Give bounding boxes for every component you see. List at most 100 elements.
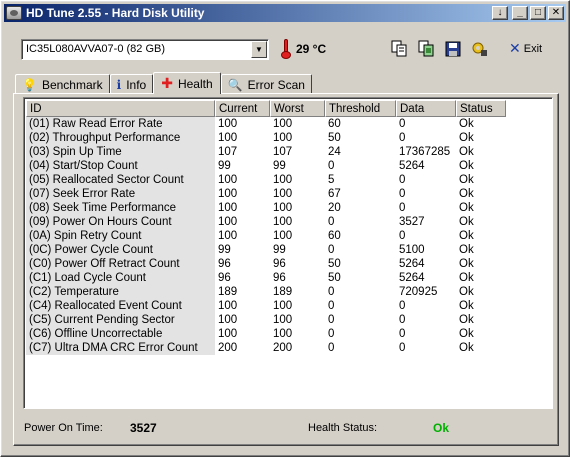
cell-current: 96 — [218, 272, 231, 284]
main-window: HD Tune 2.55 - Hard Disk Utility ↓ _ □ ✕… — [0, 0, 570, 457]
copy-screenshot-button[interactable] — [416, 39, 436, 59]
cell-current: 100 — [218, 174, 238, 186]
save-button[interactable] — [443, 39, 463, 59]
column-header-status[interactable]: Status — [456, 100, 506, 117]
table-row[interactable]: (09) Power On Hours Count 100 100 0 3527 Ok — [26, 215, 506, 229]
cell-threshold: 0 — [328, 160, 335, 172]
cell-threshold: 0 — [328, 300, 335, 312]
tab-info-label: Info — [126, 77, 147, 92]
copy-info-icon — [391, 40, 407, 57]
temperature-value: 29 °C — [296, 42, 327, 56]
cell-id: (C7) Ultra DMA CRC Error Count — [26, 341, 215, 355]
cell-status: Ok — [459, 286, 474, 298]
title-bar[interactable]: HD Tune 2.55 - Hard Disk Utility ↓ _ □ ✕ — [4, 4, 566, 22]
cell-worst: 100 — [273, 132, 293, 144]
window-title: HD Tune 2.55 - Hard Disk Utility — [26, 6, 205, 20]
table-row[interactable]: (02) Throughput Performance 100 100 50 0 Ok — [26, 131, 506, 145]
tab-benchmark[interactable]: 💡 Benchmark — [15, 74, 110, 94]
cell-worst: 100 — [273, 188, 293, 200]
cell-id: (C1) Load Cycle Count — [26, 271, 215, 285]
tray-button[interactable]: ↓ — [492, 6, 508, 20]
cell-status: Ok — [459, 342, 474, 354]
close-button[interactable]: ✕ — [548, 6, 564, 20]
cell-id: (C4) Reallocated Event Count — [26, 299, 215, 313]
cell-worst: 100 — [273, 230, 293, 242]
column-header-worst[interactable]: Worst — [270, 100, 325, 117]
cell-status: Ok — [459, 258, 474, 270]
cell-id: (01) Raw Read Error Rate — [26, 117, 215, 131]
cell-status: Ok — [459, 132, 474, 144]
smart-table[interactable]: ID Current Worst Threshold Data Status (… — [23, 97, 553, 409]
cell-worst: 100 — [273, 300, 293, 312]
table-body: (01) Raw Read Error Rate 100 100 60 0 Ok (02) … — [26, 117, 506, 355]
options-button[interactable] — [470, 39, 490, 59]
cell-current: 100 — [218, 328, 238, 340]
cell-current: 100 — [218, 314, 238, 326]
maximize-button[interactable]: □ — [530, 6, 546, 20]
table-row[interactable]: (03) Spin Up Time 107 107 24 17367285 Ok — [26, 145, 506, 159]
tab-error-scan-label: Error Scan — [247, 77, 305, 92]
cell-id: (0A) Spin Retry Count — [26, 229, 215, 243]
hard-disk-app-icon[interactable] — [6, 6, 22, 20]
cell-threshold: 0 — [328, 286, 335, 298]
cell-current: 100 — [218, 188, 238, 200]
cell-id: (C0) Power Off Retract Count — [26, 257, 215, 271]
cell-current: 100 — [218, 132, 238, 144]
cell-status: Ok — [459, 174, 474, 186]
cell-status: Ok — [459, 328, 474, 340]
cell-worst: 100 — [273, 202, 293, 214]
tab-info[interactable]: i Info — [109, 74, 154, 94]
exit-button[interactable]: ✕ Exit — [509, 40, 542, 57]
table-row[interactable]: (0C) Power Cycle Count 99 99 0 5100 Ok — [26, 243, 506, 257]
cell-threshold: 24 — [328, 146, 341, 158]
cell-threshold: 0 — [328, 244, 335, 256]
cell-current: 189 — [218, 286, 238, 298]
info-icon: i — [116, 77, 122, 92]
exit-x-icon: ✕ — [509, 40, 521, 56]
cell-id: (C6) Offline Uncorrectable — [26, 327, 215, 341]
table-row[interactable]: (05) Reallocated Sector Count 100 100 5 0 Ok — [26, 173, 506, 187]
table-row[interactable]: (C4) Reallocated Event Count 100 100 0 0 Ok — [26, 299, 506, 313]
table-row[interactable]: (01) Raw Read Error Rate 100 100 60 0 Ok — [26, 117, 506, 131]
cell-data: 17367285 — [399, 146, 451, 158]
power-on-time-value: 3527 — [130, 421, 157, 435]
tab-benchmark-label: Benchmark — [41, 77, 103, 92]
toolbar: IC35L080AVVA07-0 (82 GB) ▼ 29 °C ✕ Exit — [13, 31, 559, 67]
table-row[interactable]: (0A) Spin Retry Count 100 100 60 0 Ok — [26, 229, 506, 243]
cell-worst: 107 — [273, 146, 293, 158]
cell-data: 0 — [399, 230, 406, 242]
column-header-threshold[interactable]: Threshold — [325, 100, 396, 117]
tab-health[interactable]: ✚ Health — [153, 72, 221, 94]
cell-status: Ok — [459, 272, 474, 284]
minimize-button[interactable]: _ — [512, 6, 528, 20]
cell-current: 200 — [218, 342, 238, 354]
table-row[interactable]: (C2) Temperature 189 189 0 720925 Ok — [26, 285, 506, 299]
table-row[interactable]: (04) Start/Stop Count 99 99 0 5264 Ok — [26, 159, 506, 173]
table-row[interactable]: (C5) Current Pending Sector 100 100 0 0 Ok — [26, 313, 506, 327]
cell-status: Ok — [459, 314, 474, 326]
drive-select[interactable]: IC35L080AVVA07-0 (82 GB) ▼ — [21, 39, 269, 60]
cell-current: 100 — [218, 118, 238, 130]
cell-status: Ok — [459, 216, 474, 228]
table-row[interactable]: (07) Seek Error Rate 100 100 67 0 Ok — [26, 187, 506, 201]
cell-current: 100 — [218, 230, 238, 242]
column-header-id[interactable]: ID — [26, 100, 215, 117]
cell-data: 0 — [399, 188, 406, 200]
cell-data: 5264 — [399, 272, 425, 284]
power-on-time-label: Power On Time: — [24, 422, 103, 434]
column-header-current[interactable]: Current — [215, 100, 270, 117]
table-row[interactable]: (08) Seek Time Performance 100 100 20 0 Ok — [26, 201, 506, 215]
cell-data: 0 — [399, 342, 406, 354]
table-row[interactable]: (C6) Offline Uncorrectable 100 100 0 0 Ok — [26, 327, 506, 341]
table-row[interactable]: (C7) Ultra DMA CRC Error Count 200 200 0 0 Ok — [26, 341, 506, 355]
cell-id: (05) Reallocated Sector Count — [26, 173, 215, 187]
cell-threshold: 50 — [328, 272, 341, 284]
tab-error-scan[interactable]: 🔍 Error Scan — [220, 74, 312, 94]
table-row[interactable]: (C0) Power Off Retract Count 96 96 50 5264 Ok — [26, 257, 506, 271]
table-row[interactable]: (C1) Load Cycle Count 96 96 50 5264 Ok — [26, 271, 506, 285]
cell-status: Ok — [459, 230, 474, 242]
column-header-data[interactable]: Data — [396, 100, 456, 117]
cell-status: Ok — [459, 146, 474, 158]
copy-info-button[interactable] — [389, 39, 409, 59]
chevron-down-icon[interactable]: ▼ — [251, 41, 267, 58]
